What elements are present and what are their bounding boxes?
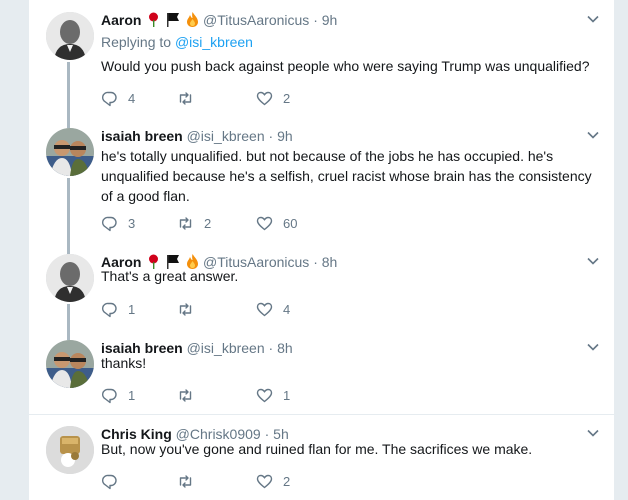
heart-icon [256, 474, 273, 488]
reply-icon [101, 216, 117, 231]
reply-button[interactable]: 4 [101, 88, 135, 108]
chevron-down-icon[interactable] [586, 128, 600, 142]
reply-button[interactable] [101, 471, 128, 491]
display-name[interactable]: isaiah breen [101, 128, 183, 144]
tweet-text: he's totally unqualified. but not becaus… [101, 148, 592, 204]
retweet-button[interactable]: 2 [177, 213, 211, 233]
thread-line [67, 328, 70, 340]
reply-icon [101, 302, 117, 317]
retweet-icon [179, 474, 192, 488]
like-count: 2 [283, 90, 291, 106]
tweet-header: Aaron @TitusAaronicus · 9h [101, 10, 574, 30]
heart-icon [256, 216, 273, 230]
like-count: 60 [283, 215, 298, 231]
retweet-button[interactable] [177, 471, 204, 491]
replying-to: Replying to @isi_kbreen [101, 34, 253, 50]
heart-icon [256, 91, 273, 105]
chevron-down-icon[interactable] [586, 12, 600, 26]
avatar[interactable] [46, 12, 94, 60]
like-count: 2 [283, 473, 291, 489]
conversation-thread: Aaron @TitusAaronicus · 9h Replying to @… [29, 0, 614, 500]
reply-button[interactable]: 3 [101, 213, 135, 233]
reply-button[interactable]: 1 [101, 385, 135, 405]
chevron-down-icon[interactable] [586, 340, 600, 354]
like-button[interactable]: 60 [256, 213, 297, 233]
tweet[interactable]: isaiah breen @isi_kbreen · 9h he's total… [29, 116, 614, 242]
avatar[interactable] [46, 340, 94, 388]
replying-to-label: Replying to [101, 34, 172, 50]
thread-line [67, 178, 70, 242]
tweet-header: isaiah breen @isi_kbreen · 9h [101, 126, 574, 146]
retweet-count: 2 [204, 215, 212, 231]
reply-button[interactable]: 1 [101, 299, 135, 319]
thread-line [67, 116, 70, 128]
tweet[interactable]: Aaron @TitusAaronicus · 8h That's a grea… [29, 242, 614, 328]
username[interactable]: @TitusAaronicus [203, 12, 309, 28]
reply-icon [101, 388, 117, 403]
like-button[interactable]: 2 [256, 471, 290, 491]
retweet-icon [179, 302, 192, 316]
like-count: 4 [283, 301, 291, 317]
timestamp[interactable]: 9h [277, 128, 293, 144]
separator: · [313, 12, 318, 28]
username[interactable]: @isi_kbreen [187, 128, 265, 144]
retweet-button[interactable] [177, 88, 204, 108]
reply-count: 1 [128, 301, 136, 317]
like-button[interactable]: 4 [256, 299, 290, 319]
heart-icon [256, 302, 273, 316]
like-button[interactable]: 2 [256, 88, 290, 108]
thread-line [67, 62, 70, 116]
tweet-text: Would you push back against people who w… [101, 58, 590, 74]
tweet[interactable]: Aaron @TitusAaronicus · 9h Replying to @… [29, 0, 614, 116]
retweet-button[interactable] [177, 299, 204, 319]
like-button[interactable]: 1 [256, 385, 290, 405]
display-name[interactable]: Aaron [101, 12, 141, 28]
rose-emoji [147, 12, 160, 32]
reply-count: 4 [128, 90, 136, 106]
tweet-text: That's a great answer. [101, 268, 239, 284]
avatar[interactable] [46, 426, 94, 474]
tweet[interactable]: Chris King @Chrisk0909 · 5h But, now you… [29, 414, 614, 500]
reply-icon [101, 91, 117, 106]
fire-emoji [186, 12, 199, 32]
avatar[interactable] [46, 128, 94, 176]
retweet-icon [179, 91, 192, 105]
heart-icon [256, 388, 273, 402]
retweet-button[interactable] [177, 385, 204, 405]
thread-line [67, 304, 70, 328]
tweet[interactable]: isaiah breen @isi_kbreen · 8h thanks! 1 … [29, 328, 614, 414]
retweet-icon [179, 216, 192, 230]
separator: · [268, 128, 274, 144]
tweet-text: thanks! [101, 355, 147, 371]
reply-count: 1 [128, 387, 136, 403]
black-flag-emoji [166, 12, 180, 32]
reply-icon [101, 474, 117, 489]
thread-line [67, 242, 70, 254]
reply-count: 3 [128, 215, 136, 231]
chevron-down-icon[interactable] [586, 426, 600, 440]
avatar[interactable] [46, 254, 94, 302]
timestamp[interactable]: 9h [322, 12, 338, 28]
tweet-text: But, now you've gone and ruined flan for… [101, 441, 533, 457]
replying-to-link[interactable]: @isi_kbreen [175, 34, 253, 50]
like-count: 1 [283, 387, 291, 403]
retweet-icon [179, 388, 192, 402]
